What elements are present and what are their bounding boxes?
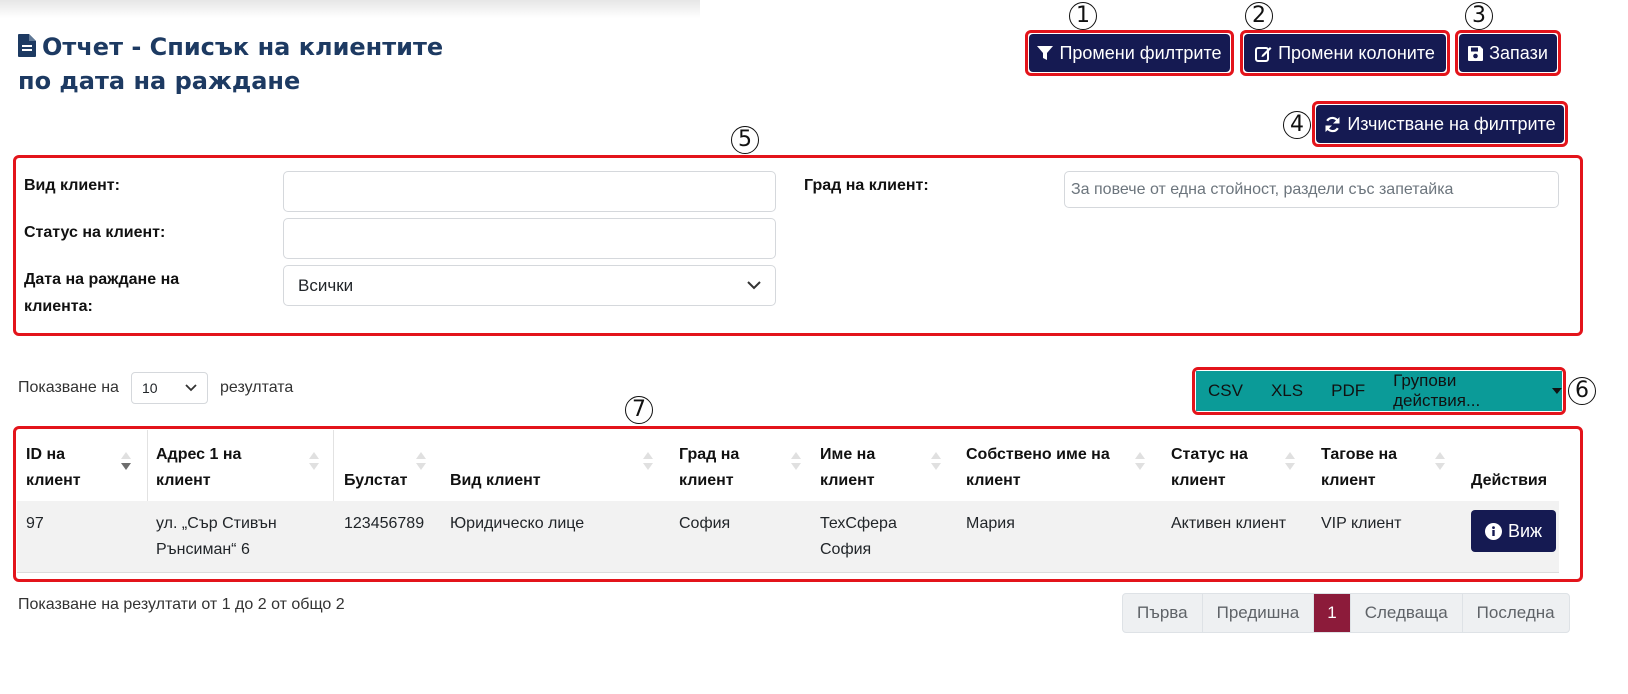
callout-marker-3: 3 bbox=[1465, 2, 1493, 30]
birth-date-select[interactable]: Всички bbox=[283, 265, 776, 306]
view-button[interactable]: Виж bbox=[1471, 510, 1556, 552]
export-pdf-button[interactable]: PDF bbox=[1331, 381, 1365, 401]
export-xls-button[interactable]: XLS bbox=[1271, 381, 1303, 401]
callout-marker-6: 6 bbox=[1568, 377, 1596, 405]
show-prefix-text: Показване на bbox=[18, 379, 119, 396]
header-client-name[interactable]: Име на клиент bbox=[820, 434, 875, 500]
callout-marker-4: 4 bbox=[1283, 111, 1311, 139]
cell-client-id: 97 bbox=[26, 515, 44, 532]
page-previous[interactable]: Предишна bbox=[1203, 594, 1315, 632]
top-shadow bbox=[0, 0, 700, 18]
cell-client-status: Активен клиент bbox=[1171, 515, 1287, 532]
page-title-line2: по дата на раждане bbox=[18, 67, 301, 95]
cell-client-tags: VIP клиент bbox=[1321, 515, 1402, 532]
per-page-select[interactable]: 10 bbox=[131, 372, 208, 404]
page-1[interactable]: 1 bbox=[1314, 594, 1351, 632]
cell-bulstat: 123456789 bbox=[344, 515, 425, 532]
header-bulstat[interactable]: Булстат bbox=[344, 434, 407, 500]
callout-marker-5: 5 bbox=[731, 126, 759, 154]
client-status-input[interactable] bbox=[283, 218, 776, 259]
chevron-down-icon bbox=[185, 384, 197, 392]
sort-icon[interactable] bbox=[642, 451, 654, 471]
callout-marker-7: 7 bbox=[625, 396, 653, 424]
show-suffix-text: резултата bbox=[220, 379, 294, 396]
pagination: Първа Предишна 1 Следваща Последна bbox=[1122, 593, 1570, 633]
sort-icon[interactable] bbox=[930, 451, 942, 471]
sort-desc-icon[interactable] bbox=[120, 451, 132, 471]
results-summary: Показване на резултати от 1 до 2 от общо… bbox=[18, 596, 345, 613]
callout-marker-1: 1 bbox=[1069, 2, 1097, 30]
page-last[interactable]: Последна bbox=[1463, 594, 1569, 632]
report-page: Отчет - Списък на клиентите по дата на р… bbox=[0, 0, 1628, 694]
change-filters-button[interactable]: Промени филтрите bbox=[1029, 34, 1230, 72]
export-toolbar: CSV XLS PDF Групови действия... bbox=[1196, 371, 1562, 411]
header-address[interactable]: Адрес 1 на клиент bbox=[156, 434, 241, 500]
header-client-type[interactable]: Вид клиент bbox=[450, 434, 541, 500]
sort-icon[interactable] bbox=[1134, 451, 1146, 471]
save-button[interactable]: Запази bbox=[1459, 34, 1557, 72]
cell-client-city: София bbox=[679, 515, 731, 532]
header-client-status[interactable]: Статус на клиент bbox=[1171, 434, 1248, 500]
header-client-tags[interactable]: Тагове на клиент bbox=[1321, 434, 1397, 500]
change-columns-button[interactable]: Промени колоните bbox=[1244, 34, 1446, 72]
header-first-name[interactable]: Собствено име на клиент bbox=[966, 434, 1110, 500]
header-client-city[interactable]: Град на клиент bbox=[679, 434, 739, 500]
client-status-label: Статус на клиент: bbox=[24, 224, 166, 241]
info-icon bbox=[1484, 522, 1502, 540]
save-icon bbox=[1468, 45, 1484, 61]
sort-icon[interactable] bbox=[790, 451, 802, 471]
birth-date-label: Дата на раждане на клиента: bbox=[24, 271, 180, 315]
refresh-icon bbox=[1325, 116, 1340, 132]
header-client-id[interactable]: ID на клиент bbox=[26, 434, 81, 500]
client-city-label: Град на клиент: bbox=[804, 177, 929, 194]
client-type-input[interactable] bbox=[283, 171, 776, 212]
caret-down-icon bbox=[1552, 388, 1562, 394]
sort-icon[interactable] bbox=[415, 451, 427, 471]
page-title: Отчет - Списък на клиентите по дата на р… bbox=[18, 31, 558, 97]
page-title-line1: Отчет - Списък на клиентите bbox=[42, 33, 444, 61]
callout-marker-2: 2 bbox=[1245, 2, 1273, 30]
clear-filters-button[interactable]: Изчистване на филтрите bbox=[1316, 105, 1564, 143]
header-actions: Действия bbox=[1471, 472, 1548, 489]
sort-icon[interactable] bbox=[1284, 451, 1296, 471]
page-next[interactable]: Следваща bbox=[1351, 594, 1463, 632]
sort-icon[interactable] bbox=[308, 451, 320, 471]
edit-icon bbox=[1255, 46, 1272, 62]
cell-first-name: Мария bbox=[966, 515, 1015, 532]
chevron-down-icon bbox=[747, 281, 761, 290]
filter-icon bbox=[1037, 46, 1054, 60]
sort-icon[interactable] bbox=[1434, 451, 1446, 471]
client-type-label: Вид клиент: bbox=[24, 177, 120, 194]
cell-client-name: ТехСфера София bbox=[820, 515, 897, 558]
cell-client-type: Юридическо лице bbox=[450, 515, 585, 532]
group-actions-dropdown[interactable]: Групови действия... bbox=[1393, 371, 1562, 411]
file-text-icon bbox=[18, 33, 36, 65]
cell-address: ул. „Сър Стивън Рънсиман“ 6 bbox=[156, 515, 277, 558]
page-first[interactable]: Първа bbox=[1123, 594, 1203, 632]
client-city-input[interactable]: За повече от една стойност, раздели със … bbox=[1064, 171, 1559, 208]
export-csv-button[interactable]: CSV bbox=[1208, 381, 1243, 401]
